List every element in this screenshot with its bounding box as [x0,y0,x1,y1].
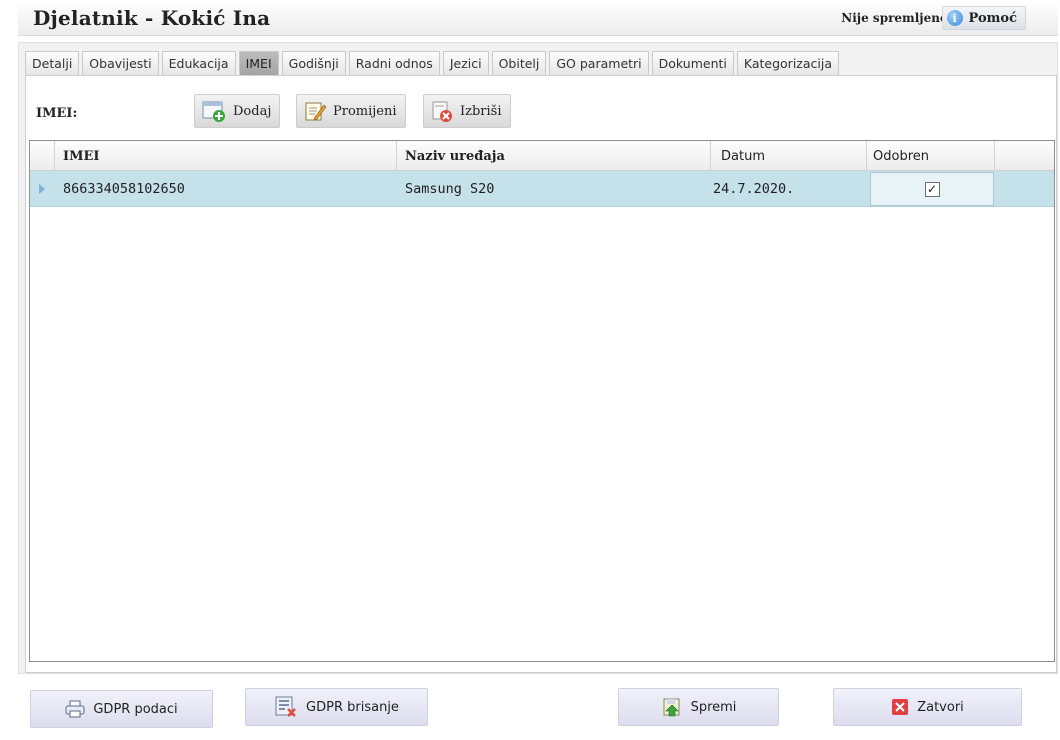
tab-godisnji[interactable]: Godišnji [281,51,346,75]
close-button-label: Zatvori [917,699,964,715]
save-button-label: Spremi [690,699,737,715]
table-header: IMEI Naziv uređaja Datum Odobren [30,141,1054,171]
edit-button[interactable]: Promijeni [296,94,406,128]
add-button[interactable]: Dodaj [194,94,281,128]
tab-obitelj[interactable]: Obitelj [491,51,547,75]
cell-approved[interactable]: ✓ [870,172,994,206]
edit-button-label: Promijeni [333,103,397,119]
info-icon: i [946,10,963,26]
tab-dokumenti[interactable]: Dokumenti [651,51,734,75]
column-header-approved[interactable]: Odobren [867,141,995,171]
edit-icon [303,99,327,123]
add-icon [201,99,227,123]
close-button[interactable]: Zatvori [833,688,1022,726]
tab-jezici[interactable]: Jezici [442,51,489,75]
row-selector-icon [39,184,45,194]
tab-go-parametri[interactable]: GO parametri [549,51,649,75]
imei-panel: IMEI: Dodaj Promijeni Izbriši IMEI Naziv… [25,75,1057,673]
column-header-device[interactable]: Naziv uređaja [397,141,711,171]
printer-icon [65,700,85,718]
gdpr-data-label: GDPR podaci [93,701,178,717]
save-icon [661,696,683,718]
close-icon [891,698,909,716]
gdpr-delete-button[interactable]: GDPR brisanje [245,688,428,726]
cell-device[interactable]: Samsung S20 [397,171,711,207]
tab-imei[interactable]: IMEI [238,51,279,75]
approved-checkbox[interactable]: ✓ [924,181,940,197]
list-delete-icon [274,696,298,718]
page-title: Djelatnik - Kokić Ina [33,6,271,30]
table-row[interactable]: 866334058102650 Samsung S20 24.7.2020. ✓ [30,171,1054,207]
main-area: Detalji Obavijesti Edukacija IMEI Godišn… [18,42,1058,674]
section-label: IMEI: [36,106,78,121]
tab-kategorizacija[interactable]: Kategorizacija [736,51,839,75]
imei-table: IMEI Naziv uređaja Datum Odobren 8663340… [29,140,1055,662]
delete-button[interactable]: Izbriši [423,94,511,128]
header-indicator-cell [30,141,55,171]
tab-obavijesti[interactable]: Obavijesti [82,51,159,75]
delete-icon [430,99,454,123]
gdpr-delete-label: GDPR brisanje [306,699,399,715]
gdpr-data-button[interactable]: GDPR podaci [30,690,213,728]
save-status: Nije spremljeno [841,11,948,25]
help-button-label: Pomoć [968,10,1017,26]
cell-date[interactable]: 24.7.2020. [705,171,861,207]
tab-bar: Detalji Obavijesti Edukacija IMEI Godišn… [25,51,839,75]
window-header: Djelatnik - Kokić Ina Nije spremljeno i … [18,0,1058,36]
column-header-imei[interactable]: IMEI [55,141,397,171]
cell-imei[interactable]: 866334058102650 [55,171,397,207]
save-button[interactable]: Spremi [618,688,779,726]
add-button-label: Dodaj [233,103,272,119]
delete-button-label: Izbriši [460,103,502,119]
help-button[interactable]: i Pomoć [941,6,1026,30]
footer-bar: GDPR podaci GDPR brisanje Spremi Zatvori [18,678,1058,740]
tab-radni-odnos[interactable]: Radni odnos [348,51,440,75]
tab-edukacija[interactable]: Edukacija [161,51,236,75]
tab-detalji[interactable]: Detalji [25,51,80,75]
column-header-date[interactable]: Datum [711,141,867,171]
